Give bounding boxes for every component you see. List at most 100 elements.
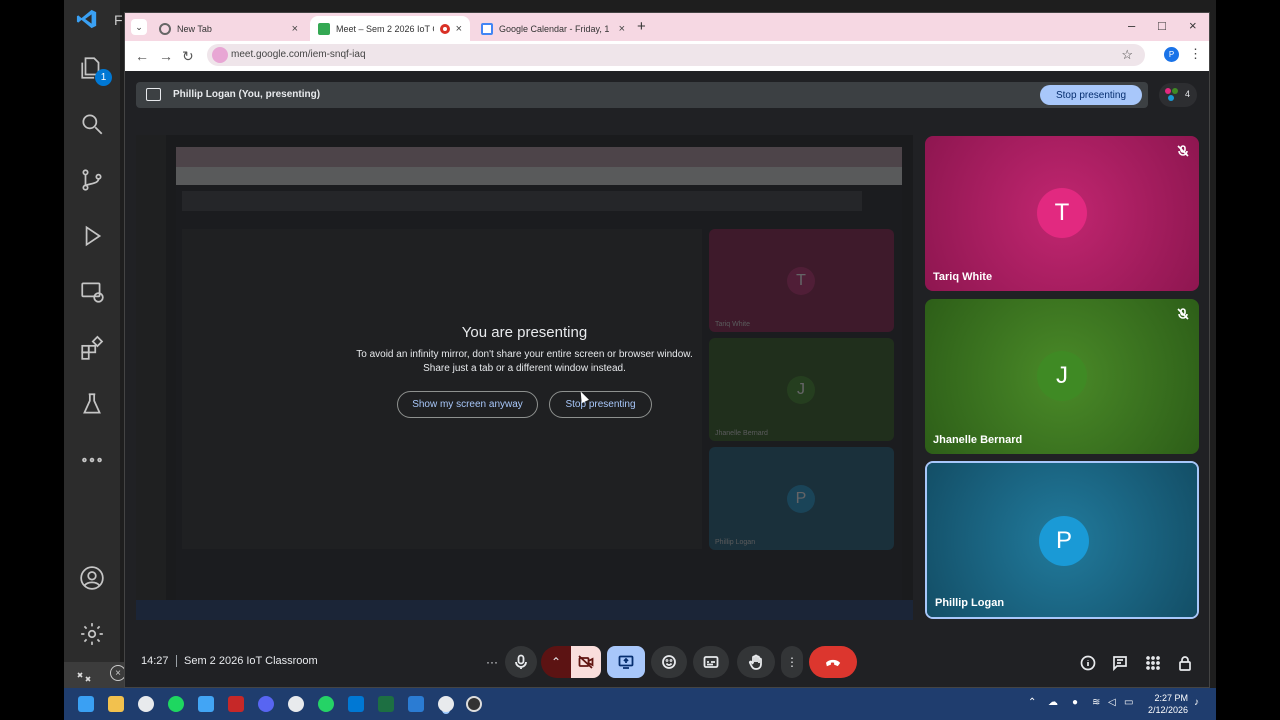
- tab-calendar[interactable]: Google Calendar - Friday, 13 Fe ×: [473, 16, 633, 41]
- chrome-icon: [159, 22, 171, 35]
- taskbar-time: 2:27 PM: [1154, 693, 1189, 703]
- spotify-icon[interactable]: [168, 696, 184, 712]
- more-icon[interactable]: [78, 446, 106, 474]
- participants-avatars-icon: [1165, 88, 1179, 102]
- settings-gear-icon[interactable]: [78, 620, 106, 648]
- microphone-tray-icon[interactable]: ●: [1072, 697, 1078, 708]
- address-bar[interactable]: meet.google.com/iem-snqf-iaq ☆: [207, 44, 1145, 66]
- chat-icon[interactable]: [1111, 654, 1129, 672]
- explorer-icon[interactable]: 1: [78, 54, 112, 86]
- explorer-badge: 1: [95, 69, 112, 86]
- overlay-title: You are presenting: [461, 324, 588, 341]
- back-button[interactable]: ←: [135, 48, 149, 64]
- accounts-icon[interactable]: [78, 564, 106, 592]
- microphone-in-use-icon[interactable]: [212, 47, 228, 63]
- extensions-icon[interactable]: [78, 334, 106, 362]
- activities-icon[interactable]: [1144, 654, 1162, 672]
- onedrive-icon[interactable]: ☁: [1048, 697, 1058, 708]
- host-controls-icon[interactable]: [1176, 654, 1194, 672]
- maximize-button[interactable]: □: [1158, 18, 1166, 33]
- browser-menu-icon[interactable]: ⋮: [1189, 46, 1202, 62]
- notifications-bell-icon[interactable]: ♪: [1194, 697, 1199, 708]
- profile-avatar[interactable]: P: [1164, 47, 1179, 62]
- overlay-stop-presenting-button[interactable]: Stop presenting: [549, 391, 652, 418]
- close-tab-icon[interactable]: ×: [292, 23, 298, 35]
- browser-toolbar: ← → ↻ meet.google.com/iem-snqf-iaq ☆: [125, 41, 1209, 71]
- leave-call-button[interactable]: [809, 646, 857, 678]
- taskbar-clock[interactable]: 2:27 PM 2/12/2026: [1148, 692, 1188, 716]
- hand-icon: [748, 654, 762, 670]
- close-window-button[interactable]: ×: [1189, 18, 1197, 33]
- notepad-icon[interactable]: [198, 696, 214, 712]
- file-explorer-icon[interactable]: [108, 696, 124, 712]
- calendar-icon: [481, 22, 493, 35]
- close-tab-icon[interactable]: ×: [456, 23, 462, 35]
- chrome-active-icon[interactable]: [438, 696, 454, 712]
- testing-icon[interactable]: [78, 390, 106, 418]
- remote-icon: [77, 672, 91, 682]
- present-screen-button[interactable]: [607, 646, 645, 678]
- battery-icon[interactable]: ▭: [1124, 697, 1133, 708]
- search-icon[interactable]: [78, 110, 106, 138]
- word-icon[interactable]: [408, 696, 424, 712]
- wifi-icon[interactable]: ≋: [1092, 697, 1100, 708]
- present-screen-icon: [146, 88, 161, 101]
- present-icon: [618, 655, 634, 669]
- participant-tile-phillip[interactable]: P Phillip Logan: [925, 461, 1199, 619]
- captions-icon: [703, 656, 719, 668]
- taskbar-date: 2/12/2026: [1148, 705, 1189, 715]
- more-effects-icon[interactable]: ···: [479, 646, 505, 678]
- participant-tile-jhanelle[interactable]: J Jhanelle Bernard: [925, 299, 1199, 454]
- camera-options-chevron-icon[interactable]: ⌃: [541, 646, 571, 678]
- close-tab-icon[interactable]: ×: [619, 23, 625, 35]
- meeting-details-icon[interactable]: [1079, 654, 1097, 672]
- emoji-icon: [662, 655, 676, 669]
- tab-label: Meet – Sem 2 2026 IoT Cla: [336, 23, 434, 34]
- whatsapp-icon[interactable]: [318, 696, 334, 712]
- forward-button[interactable]: →: [159, 48, 173, 64]
- vscode-title-fragment: F: [114, 12, 123, 28]
- reload-button[interactable]: ↻: [182, 48, 194, 65]
- participant-avatar: P: [1039, 516, 1089, 566]
- source-control-icon[interactable]: [78, 166, 106, 194]
- obs-icon[interactable]: [466, 696, 482, 712]
- tab-search-button[interactable]: ⌄: [131, 19, 147, 35]
- start-windows-icon[interactable]: [78, 696, 94, 712]
- discord-icon[interactable]: [258, 696, 274, 712]
- chrome-window: ⌄ New Tab × Meet – Sem 2 2026 IoT Cla × …: [124, 12, 1210, 688]
- raise-hand-button[interactable]: [737, 646, 775, 678]
- captions-button[interactable]: [693, 646, 729, 678]
- vscode-activity-bar: 1: [64, 0, 120, 688]
- more-options-button[interactable]: ⋮: [781, 646, 803, 678]
- presenting-warning-overlay: You are presenting To avoid an infinity …: [136, 135, 913, 620]
- camera-off-button[interactable]: [571, 646, 601, 678]
- tab-meet[interactable]: Meet – Sem 2 2026 IoT Cla ×: [310, 16, 470, 41]
- show-screen-anyway-button[interactable]: Show my screen anyway: [397, 391, 538, 418]
- overlay-line-2: Share just a tab or a different window i…: [423, 363, 626, 374]
- show-hidden-icons[interactable]: ⌃: [1028, 697, 1036, 708]
- mic-muted-icon: [1177, 307, 1189, 320]
- new-tab-button[interactable]: +: [637, 18, 646, 35]
- chrome-taskbar-icon[interactable]: [138, 696, 154, 712]
- participant-count: 4: [1185, 89, 1191, 99]
- minimize-button[interactable]: –: [1128, 18, 1135, 33]
- vscode-logo-icon: [76, 9, 97, 29]
- vscode-taskbar-icon[interactable]: [348, 696, 364, 712]
- volume-icon[interactable]: ◁: [1108, 697, 1116, 708]
- participant-name: Jhanelle Bernard: [933, 434, 1023, 446]
- app-icon[interactable]: [228, 696, 244, 712]
- participant-avatar: T: [1037, 188, 1087, 238]
- remote-explorer-icon[interactable]: [78, 278, 106, 306]
- participant-tile-tariq[interactable]: T Tariq White: [925, 136, 1199, 291]
- microphone-button[interactable]: [505, 646, 537, 678]
- url-text: meet.google.com/iem-snqf-iaq: [231, 49, 366, 60]
- reactions-button[interactable]: [651, 646, 687, 678]
- participants-button[interactable]: 4: [1159, 83, 1197, 107]
- run-debug-icon[interactable]: [78, 222, 106, 250]
- desktop-screen: 1 F × ⌄ New Tab × Meet – Sem 2 2026 IoT …: [64, 0, 1216, 720]
- chrome-profile-icon[interactable]: [288, 696, 304, 712]
- bookmark-star-icon[interactable]: ☆: [1121, 47, 1133, 63]
- excel-icon[interactable]: [378, 696, 394, 712]
- tab-new-tab[interactable]: New Tab ×: [151, 16, 306, 41]
- stop-presenting-button[interactable]: Stop presenting: [1040, 85, 1142, 105]
